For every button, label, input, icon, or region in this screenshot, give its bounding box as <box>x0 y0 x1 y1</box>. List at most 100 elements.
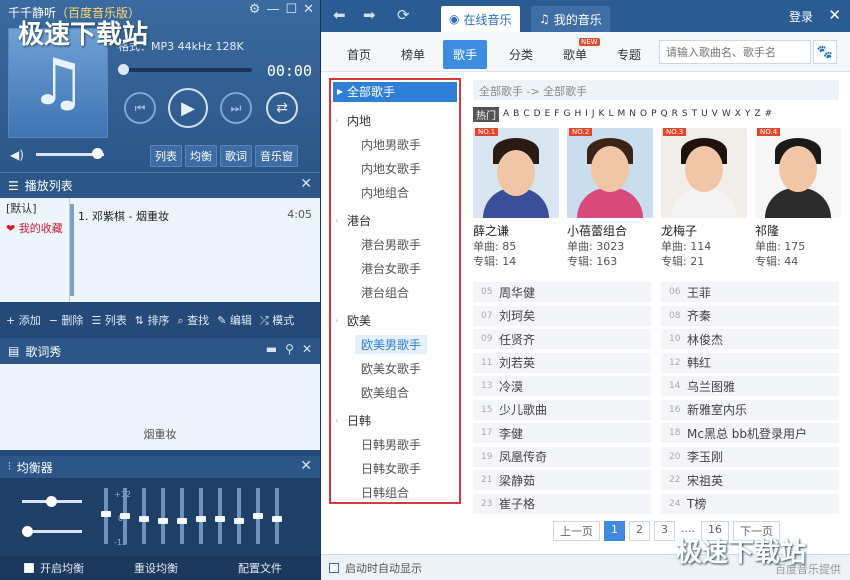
filter-letter[interactable]: P <box>651 109 656 119</box>
track-row[interactable]: 1. 邓紫棋 - 烟重妆 <box>78 208 169 224</box>
category-jpkr-male[interactable]: 日韩男歌手 <box>361 436 421 453</box>
category-western-group[interactable]: 欧美组合 <box>361 384 409 401</box>
progress-bar[interactable] <box>120 68 252 72</box>
rank-row[interactable]: 23 崔子格 <box>473 493 651 514</box>
list-item-default[interactable]: [默认] <box>0 198 69 218</box>
category-hktw-male[interactable]: 港台男歌手 <box>361 236 421 253</box>
filter-letter[interactable]: U <box>701 109 708 119</box>
next-button[interactable]: ⏭ <box>220 92 252 124</box>
maximize-icon[interactable]: ☐ <box>285 2 297 17</box>
close-icon[interactable]: ✕ <box>303 2 314 17</box>
minimize-icon[interactable]: ▬ <box>266 342 277 356</box>
gear-icon[interactable]: ⚙ <box>249 2 261 17</box>
rank-row[interactable]: 15 少儿歌曲 <box>473 399 651 420</box>
page-1[interactable]: 1 <box>604 521 625 541</box>
filter-letter[interactable]: Q <box>661 109 668 119</box>
category-group-western[interactable]: 欧美 <box>347 312 371 329</box>
eq-band-slider[interactable] <box>161 488 165 544</box>
filter-letter[interactable]: J <box>592 109 595 119</box>
autostart-checkbox[interactable] <box>329 562 339 573</box>
filter-letter[interactable]: F <box>554 109 559 119</box>
rank-row[interactable]: 19 凤凰传奇 <box>473 446 651 467</box>
category-western-male[interactable]: 欧美男歌手 <box>355 335 428 354</box>
artist-card[interactable]: NO.4 祁隆 单曲: 175 专辑: 44 <box>755 128 841 269</box>
filter-letter[interactable]: T <box>692 109 698 119</box>
filter-letter[interactable]: Y <box>745 109 751 119</box>
list-button[interactable]: ☰ 列表 <box>91 312 126 328</box>
filter-letter[interactable]: L <box>608 109 613 119</box>
pin-icon[interactable]: ⚲ <box>285 342 294 356</box>
play-button[interactable]: ▶ <box>168 88 208 128</box>
category-jpkr-group[interactable]: 日韩组合 <box>361 484 409 501</box>
filter-letter[interactable]: B <box>513 109 519 119</box>
filter-letter[interactable]: # <box>765 109 773 119</box>
rank-row[interactable]: 05 周华健 <box>473 282 651 302</box>
volume-handle[interactable] <box>92 148 104 159</box>
filter-hot[interactable]: 热门 <box>473 106 499 122</box>
nav-charts[interactable]: 榜单 <box>401 46 425 63</box>
rank-row[interactable]: 09 任贤齐 <box>473 329 651 349</box>
rank-row[interactable]: 06 王菲 <box>661 282 839 302</box>
balance-handle[interactable] <box>46 496 57 507</box>
sort-button[interactable]: ⇅ 排序 <box>135 312 170 328</box>
rank-row[interactable]: 14 乌兰图雅 <box>661 376 839 396</box>
nav-artists[interactable]: 歌手 <box>443 40 488 69</box>
eq-band-handle[interactable] <box>158 518 168 524</box>
add-button[interactable]: + 添加 <box>6 312 41 328</box>
rank-row[interactable]: 20 李玉刚 <box>661 446 839 467</box>
filter-letter[interactable]: O <box>640 109 647 119</box>
filter-letter[interactable]: G <box>563 109 570 119</box>
category-mainland-female[interactable]: 内地女歌手 <box>361 160 421 177</box>
tab-music-window[interactable]: 音乐窗 <box>255 145 298 167</box>
category-jpkr-female[interactable]: 日韩女歌手 <box>361 460 421 477</box>
tab-my-music[interactable]: ♫ 我的音乐 <box>531 6 610 32</box>
close-icon[interactable]: ✕ <box>302 342 312 356</box>
rank-row[interactable]: 08 齐秦 <box>661 305 839 326</box>
filter-letter[interactable]: E <box>545 109 551 119</box>
category-western-female[interactable]: 欧美女歌手 <box>361 360 421 377</box>
eq-band-handle[interactable] <box>120 513 130 519</box>
eq-band-handle[interactable] <box>139 515 149 522</box>
eq-band-slider[interactable] <box>237 488 241 544</box>
eq-band-handle[interactable] <box>234 518 244 524</box>
category-all-artists[interactable]: ▶ 全部歌手 <box>333 82 457 102</box>
enable-eq-checkbox[interactable] <box>24 563 34 573</box>
artist-card[interactable]: NO.1 薛之谦 单曲: 85 专辑: 14 <box>473 128 559 269</box>
eq-band-handle[interactable] <box>253 513 263 519</box>
login-link[interactable]: 登录 <box>789 8 813 25</box>
category-hktw-group[interactable]: 港台组合 <box>361 284 409 301</box>
playlist-scrollbar[interactable] <box>70 204 74 296</box>
forward-icon[interactable]: ➡ <box>363 6 376 24</box>
mode-button[interactable]: ⤮ 模式 <box>260 312 294 328</box>
filter-letter[interactable]: N <box>629 109 636 119</box>
filter-letter[interactable]: M <box>617 109 625 119</box>
close-icon[interactable]: ✕ <box>300 458 312 474</box>
filter-letter[interactable]: R <box>672 109 678 119</box>
eq-band-handle[interactable] <box>196 515 206 522</box>
filter-letter[interactable]: W <box>722 109 731 119</box>
filter-letter[interactable]: H <box>574 109 581 119</box>
search-input[interactable] <box>659 40 811 64</box>
rank-row[interactable]: 24 T榜 <box>661 493 839 514</box>
minimize-icon[interactable]: — <box>266 2 279 17</box>
eq-band-handle[interactable] <box>215 515 225 522</box>
rank-row[interactable]: 10 林俊杰 <box>661 329 839 349</box>
filter-letter[interactable]: C <box>523 109 529 119</box>
reset-eq-button[interactable]: 重设均衡 <box>134 560 178 576</box>
rank-row[interactable]: 16 新雅室内乐 <box>661 399 839 420</box>
category-group-hktw[interactable]: 港台 <box>347 212 371 229</box>
back-icon[interactable]: ⬅ <box>333 6 346 24</box>
eq-band-handle[interactable] <box>177 518 187 524</box>
list-item-favorites[interactable]: ❤ 我的收藏 <box>0 218 69 238</box>
artist-card[interactable]: NO.3 龙梅子 单曲: 114 专辑: 21 <box>661 128 747 269</box>
tab-online-music[interactable]: ◉ 在线音乐 <box>441 6 520 32</box>
category-group-jpkr[interactable]: 日韩 <box>347 412 371 429</box>
play-mode-button[interactable]: ⇄ <box>266 92 298 124</box>
nav-home[interactable]: 首页 <box>347 46 371 63</box>
category-mainland-group[interactable]: 内地组合 <box>361 184 409 201</box>
previous-button[interactable]: ⏮ <box>124 92 156 124</box>
page-3[interactable]: 3 <box>654 521 675 541</box>
tab-lyrics[interactable]: 歌词 <box>220 145 252 167</box>
delete-button[interactable]: − 删除 <box>49 312 84 328</box>
nav-categories[interactable]: 分类 <box>509 46 533 63</box>
